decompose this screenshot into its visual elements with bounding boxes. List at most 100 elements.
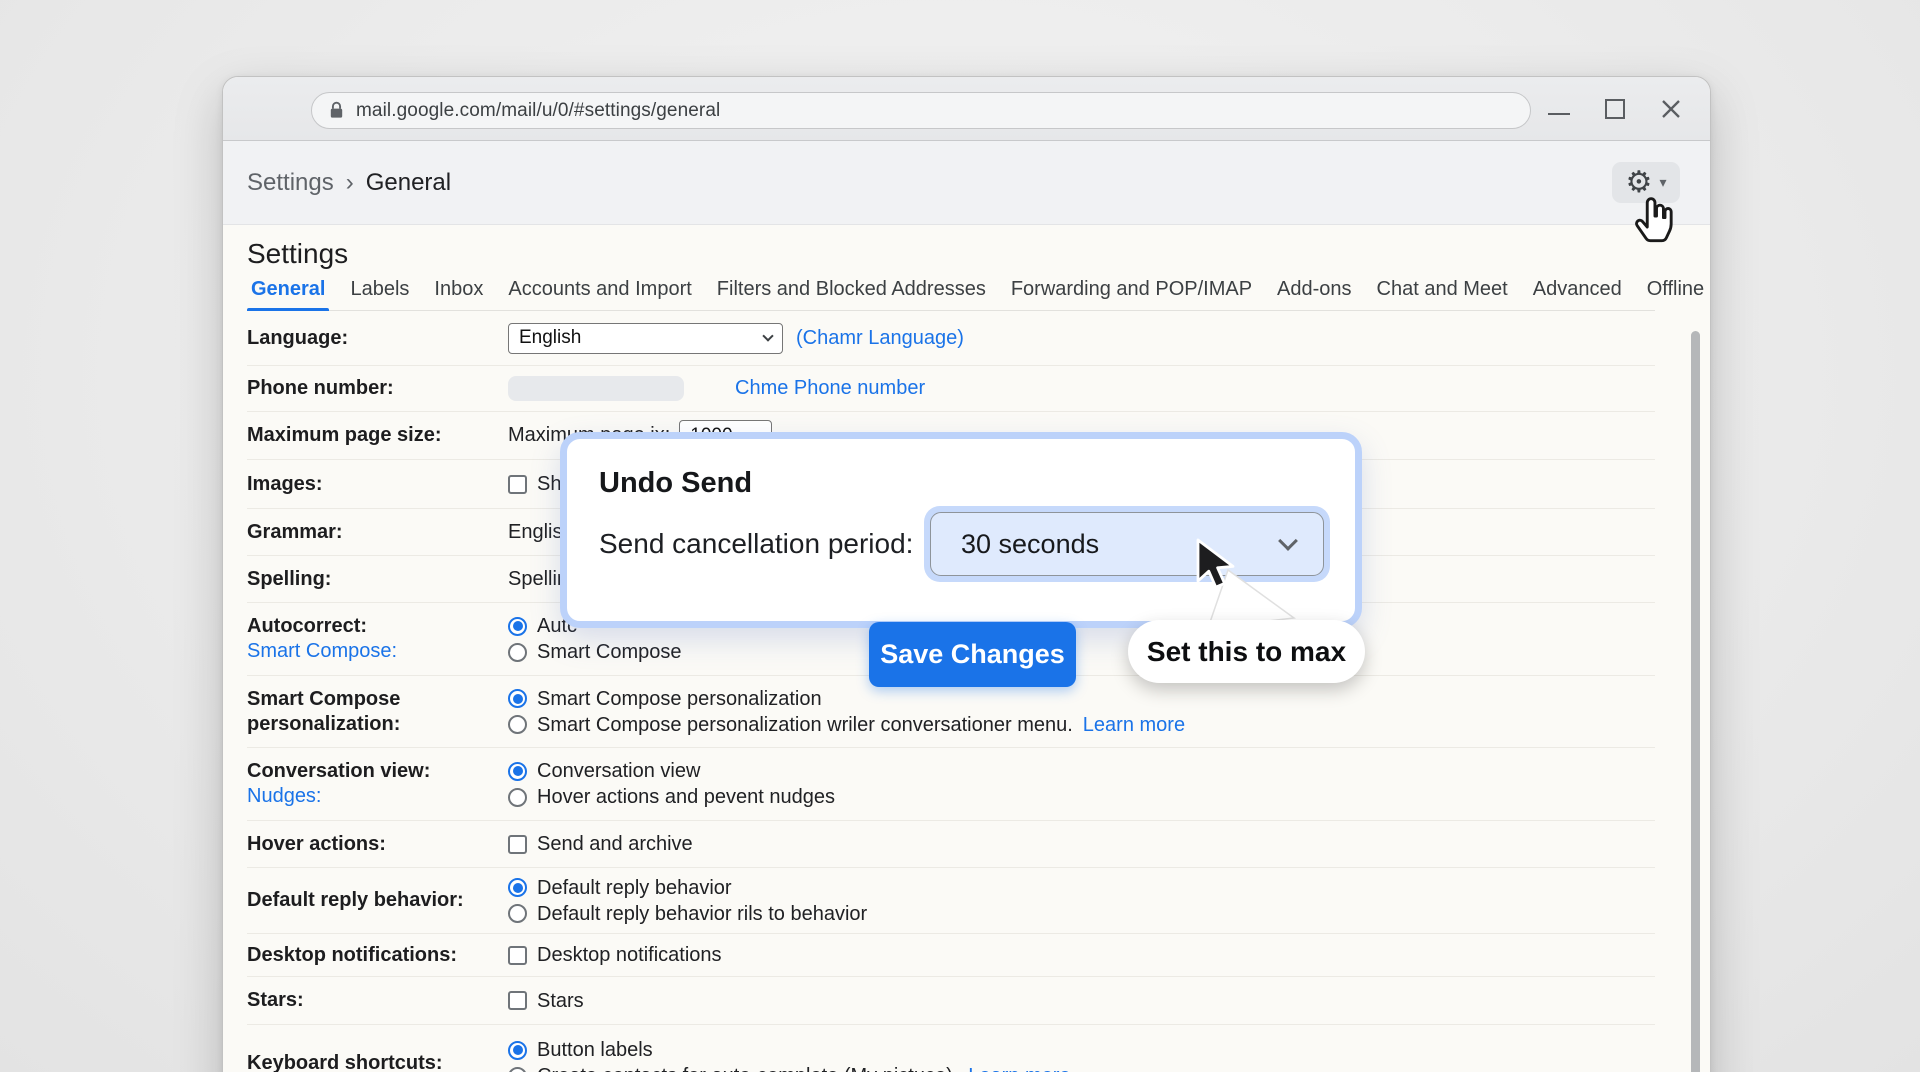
breadcrumb-bar: Settings › General ⚙ ▾ xyxy=(223,141,1710,225)
button-labels-radio[interactable] xyxy=(508,1041,527,1060)
row-stars: Stars: Stars xyxy=(247,977,1655,1025)
change-phone-number-link[interactable]: Chme Phone number xyxy=(735,377,925,400)
phone-number-field[interactable] xyxy=(508,376,684,401)
row-label: Maximum page size: xyxy=(247,423,508,448)
settings-rows: Language: English (Chamr Language) Phone… xyxy=(247,311,1655,1072)
coachmark-tooltip: Set this to max xyxy=(1128,620,1365,683)
scrollbar-thumb[interactable] xyxy=(1691,331,1700,1072)
change-language-link[interactable]: (Chamr Language) xyxy=(796,327,964,350)
tab-filters-and-blocked-addresses[interactable]: Filters and Blocked Addresses xyxy=(717,278,986,301)
conversation-view-on-radio[interactable] xyxy=(508,762,527,781)
tab-add-ons[interactable]: Add-ons xyxy=(1277,278,1352,301)
breadcrumb: Settings › General xyxy=(247,169,451,197)
row-conversation-view: Conversation view: Nudges: Conversation … xyxy=(247,748,1655,821)
option-label: Send and archive xyxy=(537,832,693,856)
close-icon xyxy=(1659,97,1683,121)
images-checkbox[interactable] xyxy=(508,475,527,494)
row-hover-actions: Hover actions: Send and archive xyxy=(247,821,1655,868)
row-label: Language: xyxy=(247,326,508,351)
row-desktop-notifications: Desktop notifications: Desktop notificat… xyxy=(247,934,1655,977)
smart-compose-link[interactable]: Smart Compose: xyxy=(247,639,508,664)
browser-titlebar: mail.google.com/mail/u/0/#settings/gener… xyxy=(223,77,1710,141)
grammar-value: Englisl xyxy=(508,520,567,544)
option-label: Create contacts for auto-complete (My pi… xyxy=(537,1064,958,1072)
popup-title: Undo Send xyxy=(599,467,752,500)
default-reply-radio[interactable] xyxy=(508,878,527,897)
nudges-link[interactable]: Nudges: xyxy=(247,784,508,809)
default-reply-alt-radio[interactable] xyxy=(508,904,527,923)
tab-accounts-and-import[interactable]: Accounts and Import xyxy=(508,278,691,301)
desktop-background: mail.google.com/mail/u/0/#settings/gener… xyxy=(0,0,1920,1072)
row-label: Keyboard shortcuts: xyxy=(247,1051,508,1072)
breadcrumb-settings[interactable]: Settings xyxy=(247,169,334,197)
conversation-view-off-radio[interactable] xyxy=(508,788,527,807)
row-label: Default reply behavior: xyxy=(247,888,508,913)
row-phone-number: Phone number: Chme Phone number xyxy=(247,366,1655,412)
cancellation-period-label: Send cancellation period: xyxy=(599,528,913,560)
option-label: Button labels xyxy=(537,1038,653,1062)
sc-personalization-on-radio[interactable] xyxy=(508,689,527,708)
save-changes-button[interactable]: Save Changes xyxy=(869,622,1076,687)
url-bar[interactable]: mail.google.com/mail/u/0/#settings/gener… xyxy=(311,92,1531,129)
row-label: Spelling: xyxy=(247,567,508,592)
chevron-down-icon: ▾ xyxy=(1659,174,1666,191)
row-label: Hover actions: xyxy=(247,832,508,857)
row-keyboard-shortcuts: Keyboard shortcuts: Button labels Create… xyxy=(247,1025,1655,1072)
language-select[interactable]: English xyxy=(508,323,783,354)
send-and-archive-checkbox[interactable] xyxy=(508,835,527,854)
smart-compose-radio[interactable] xyxy=(508,643,527,662)
maximize-icon xyxy=(1605,99,1625,119)
breadcrumb-separator-icon: › xyxy=(346,169,354,197)
maximize-button[interactable] xyxy=(1602,96,1628,122)
learn-more-link[interactable]: Learn more xyxy=(968,1064,1070,1072)
row-language: Language: English (Chamr Language) xyxy=(247,311,1655,366)
tab-advanced[interactable]: Advanced xyxy=(1533,278,1622,301)
row-label: Conversation view: xyxy=(247,760,430,782)
url-text: mail.google.com/mail/u/0/#settings/gener… xyxy=(356,100,720,122)
row-label: Smart Compose personalization: xyxy=(247,687,508,737)
option-label: Stars xyxy=(537,989,584,1013)
minimize-button[interactable] xyxy=(1546,96,1572,122)
row-label: Images: xyxy=(247,472,508,497)
tab-forwarding-and-pop-imap[interactable]: Forwarding and POP/IMAP xyxy=(1011,278,1252,301)
window-controls xyxy=(1546,77,1684,141)
cursor-arrow-icon xyxy=(1190,538,1244,594)
lock-icon xyxy=(328,101,345,120)
row-label: Grammar: xyxy=(247,520,508,545)
tab-labels[interactable]: Labels xyxy=(350,278,409,301)
page-title: Settings xyxy=(223,225,1710,273)
row-default-reply-behavior: Default reply behavior: Default reply be… xyxy=(247,868,1655,934)
option-label: Smart Compose personalization xyxy=(537,687,822,711)
option-label: Smart Compose xyxy=(537,640,682,664)
option-label: Default reply behavior rils to behavior xyxy=(537,902,867,926)
tab-inbox[interactable]: Inbox xyxy=(434,278,483,301)
row-label: Phone number: xyxy=(247,376,508,401)
language-select-value: English xyxy=(519,327,581,349)
option-label: Smart Compose personalization wriler con… xyxy=(537,713,1073,737)
option-label: Default reply behavior xyxy=(537,876,732,900)
row-label: Desktop notifications: xyxy=(247,943,508,968)
sc-personalization-off-radio[interactable] xyxy=(508,715,527,734)
close-button[interactable] xyxy=(1658,96,1684,122)
learn-more-link[interactable]: Learn more xyxy=(1083,713,1185,737)
cursor-hand-icon xyxy=(1627,193,1681,251)
settings-tabs: General Labels Inbox Accounts and Import… xyxy=(247,273,1655,311)
option-label: Conversation view xyxy=(537,759,700,783)
desktop-notifications-checkbox[interactable] xyxy=(508,946,527,965)
chevron-down-icon xyxy=(762,330,773,341)
tab-chat-and-meet[interactable]: Chat and Meet xyxy=(1377,278,1508,301)
minimize-icon xyxy=(1548,113,1570,116)
option-label: Desktop notifications xyxy=(537,943,722,967)
row-label: Autocorrect: xyxy=(247,615,367,637)
cancellation-period-dropdown[interactable]: 30 seconds xyxy=(930,512,1324,576)
option-label: Hover actions and pevent nudges xyxy=(537,785,835,809)
scrollbar-track xyxy=(1690,141,1701,1072)
row-label: Stars: xyxy=(247,988,508,1013)
autocorrect-radio[interactable] xyxy=(508,617,527,636)
tab-general[interactable]: General xyxy=(251,278,325,301)
cancellation-period-value: 30 seconds xyxy=(961,529,1099,560)
stars-checkbox[interactable] xyxy=(508,991,527,1010)
breadcrumb-current: General xyxy=(366,169,451,197)
chevron-down-icon xyxy=(1278,531,1298,551)
create-contacts-radio[interactable] xyxy=(508,1067,527,1072)
